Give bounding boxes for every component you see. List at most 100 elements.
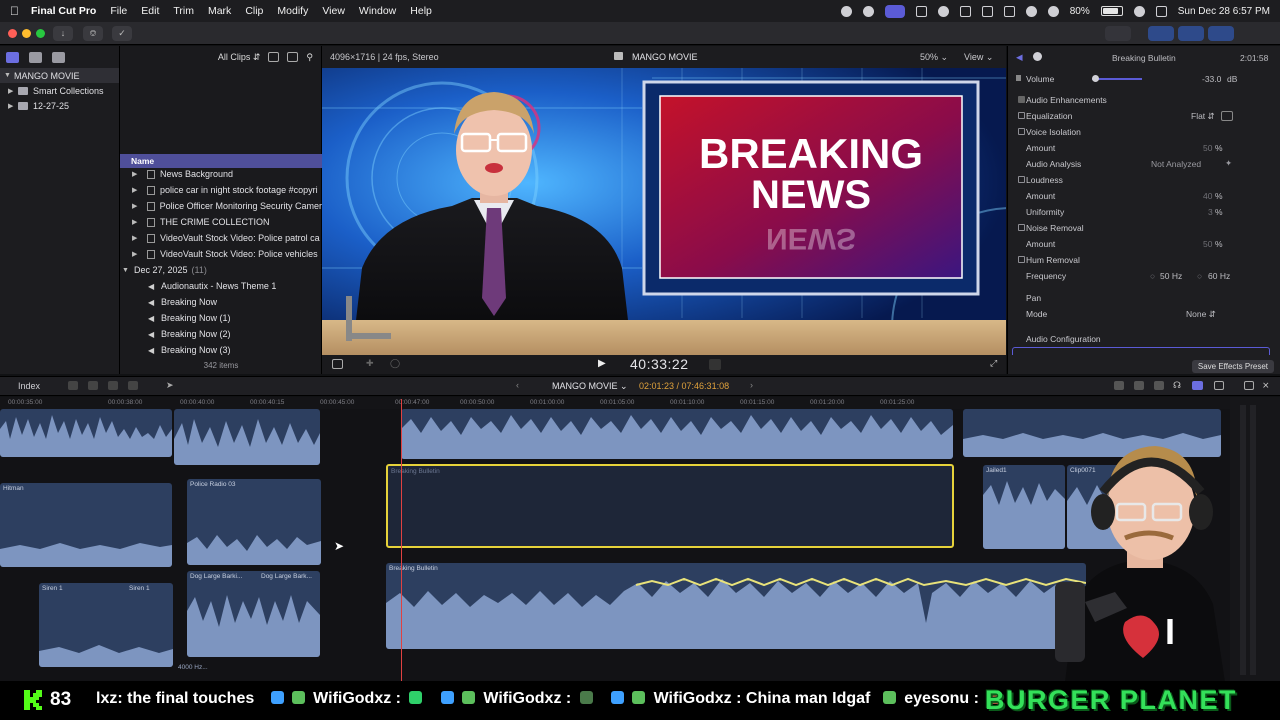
append-icon[interactable] <box>68 381 78 390</box>
solo-icon[interactable] <box>1154 381 1164 390</box>
info-tab-icon[interactable] <box>1033 52 1042 61</box>
disclosure-closed-icon[interactable]: ▶ <box>132 234 144 242</box>
record-icon[interactable] <box>840 5 852 17</box>
section-toggle-icon[interactable] <box>1018 96 1025 103</box>
audio-clip[interactable] <box>401 409 953 459</box>
list-item[interactable]: ▶ VideoVault Stock Video: Police vehicles <box>120 246 322 262</box>
pan-mode-dropdown[interactable]: None ⇵ <box>1186 309 1216 320</box>
eq-graph-icon[interactable] <box>1221 111 1233 121</box>
monitor-icon[interactable] <box>1003 5 1015 17</box>
search-icon[interactable] <box>1133 5 1145 17</box>
disclosure-closed-icon[interactable]: ▶ <box>132 202 144 210</box>
audio-clip-dog-barking[interactable]: Dog Large Barki... Dog Large Bark... <box>187 571 320 657</box>
crop-icon[interactable]: ✚ <box>366 358 374 369</box>
audio-clip[interactable] <box>174 409 320 465</box>
control-center-icon[interactable] <box>1155 5 1167 17</box>
list-item[interactable]: ▶ THE CRIME COLLECTION <box>120 214 322 230</box>
list-view-icon[interactable] <box>268 52 280 62</box>
menu-view[interactable]: View <box>322 5 345 17</box>
toggle-timeline-button[interactable] <box>1178 26 1204 41</box>
connect-icon[interactable] <box>108 381 118 390</box>
disclosure-closed-icon[interactable]: ▶ <box>8 87 18 95</box>
menu-trim[interactable]: Trim <box>173 5 194 17</box>
analyze-wand-icon[interactable]: ✦ <box>1225 158 1232 169</box>
apple-icon[interactable]:  <box>10 4 19 18</box>
timeline-ruler[interactable]: 00:00:35:00 00:00:38:00 00:00:40:00 00:0… <box>0 397 1230 409</box>
library-item-smart-collections[interactable]: ▶ Smart Collections <box>0 83 119 98</box>
disclosure-closed-icon[interactable]: ▶ <box>8 102 18 110</box>
save-effects-preset-button[interactable]: Save Effects Preset <box>1191 360 1274 373</box>
overwrite-icon[interactable] <box>128 381 138 390</box>
voice-isolation-checkbox[interactable] <box>1018 128 1025 135</box>
volume-icon[interactable] <box>959 5 971 17</box>
noise-amount-value[interactable]: 50 <box>1203 239 1212 249</box>
audio-tab-icon[interactable]: ◀ <box>1016 52 1023 63</box>
library-item-event[interactable]: ▶ 12-27-25 <box>0 98 119 113</box>
disclosure-open-icon[interactable]: ▼ <box>122 267 134 274</box>
equalization-checkbox[interactable] <box>1018 112 1025 119</box>
audio-clip-breaking-bulletin[interactable]: Breaking Bulletin <box>386 563 1086 649</box>
list-item[interactable]: ▶ VideoVault Stock Video: Police patrol c… <box>120 230 322 246</box>
toggle-browser-button[interactable] <box>1148 26 1174 41</box>
disclosure-closed-icon[interactable]: ▶ <box>132 250 144 258</box>
audio-clip[interactable] <box>0 409 172 457</box>
menu-extra-icon[interactable] <box>915 5 927 17</box>
bluetooth-icon[interactable] <box>1025 5 1037 17</box>
keywords-button[interactable]: ⎊ <box>83 26 103 41</box>
playhead[interactable] <box>401 399 402 681</box>
hum-removal-checkbox[interactable] <box>1018 256 1025 263</box>
insert-icon[interactable] <box>88 381 98 390</box>
audio-clip-jailed[interactable]: Jailed1 <box>983 465 1065 549</box>
menu-file[interactable]: File <box>110 5 127 17</box>
menu-window[interactable]: Window <box>359 5 396 17</box>
voice-amount-value[interactable]: 50 <box>1203 143 1212 153</box>
effects-browser-icon[interactable] <box>1244 381 1254 390</box>
display-icon[interactable] <box>981 5 993 17</box>
share-button[interactable] <box>1105 26 1131 41</box>
timecode-display[interactable]: 40:33:22 <box>630 356 689 372</box>
library-item-mango-movie[interactable]: ▼ MANGO MOVIE <box>0 68 119 83</box>
disclosure-open-icon[interactable]: ▼ <box>4 72 14 79</box>
zoom-dropdown[interactable]: 50% ⌄ <box>920 52 948 63</box>
select-tool-icon[interactable]: ➤ <box>166 380 174 391</box>
disclosure-closed-icon[interactable]: ▶ <box>132 170 144 178</box>
audio-clip-police-radio[interactable]: Police Radio 03 <box>187 479 321 565</box>
volume-value[interactable]: -33.0 <box>1202 74 1221 84</box>
audio-clip-hitman[interactable]: Hitman <box>0 483 172 567</box>
play-icon[interactable]: ▶ <box>598 358 606 369</box>
cloud-icon[interactable] <box>862 5 874 17</box>
timeline-area[interactable]: Hitman Police Radio 03 Breaking Bulletin… <box>0 409 1230 681</box>
library-icon[interactable] <box>6 51 19 63</box>
list-item[interactable]: ▶ ◀ Breaking Now (1) <box>120 310 322 326</box>
clock[interactable]: Sun Dec 28 6:57 PM <box>1178 6 1270 17</box>
menu-help[interactable]: Help <box>410 5 432 17</box>
menu-clip[interactable]: Clip <box>245 5 263 17</box>
audio-meter-icon[interactable] <box>709 359 721 370</box>
clip-filter-dropdown[interactable]: All Clips ⇵ <box>218 52 261 63</box>
list-item[interactable]: ▶ ◀ Breaking Now (3) <box>120 342 322 358</box>
battery-icon[interactable] <box>1100 6 1123 16</box>
background-tasks-button[interactable]: ✓ <box>112 26 132 41</box>
menu-mark[interactable]: Mark <box>208 5 231 17</box>
menu-edit[interactable]: Edit <box>141 5 159 17</box>
list-item[interactable]: ▶ police car in night stock footage #copy… <box>120 182 322 198</box>
loudness-amount-value[interactable]: 40 <box>1203 191 1212 201</box>
disclosure-closed-icon[interactable]: ▶ <box>132 218 144 226</box>
controls-icon[interactable] <box>884 4 905 18</box>
freq-60-label[interactable]: 60 Hz <box>1208 271 1230 281</box>
volume-slider-knob[interactable] <box>1092 75 1099 82</box>
audio-clip-siren[interactable]: Siren 1 Siren 1 <box>39 583 173 667</box>
list-item[interactable]: ▶ ◀ Breaking Now <box>120 294 322 310</box>
list-item[interactable]: ▶ ◀ Audionautix - News Theme 1 <box>120 278 322 294</box>
freq-60-radio-icon[interactable]: ○ <box>1197 271 1202 281</box>
headphones-icon[interactable]: ☊ <box>1173 380 1181 391</box>
titles-icon[interactable] <box>52 51 65 63</box>
volume-slider[interactable] <box>1092 78 1142 80</box>
list-item[interactable]: ▶ ◀ Breaking Now (2) <box>120 326 322 342</box>
timeline-project-dropdown[interactable]: MANGO MOVIE ⌄ <box>552 381 628 392</box>
speed-icon[interactable]: ◯ <box>390 358 400 369</box>
transform-icon[interactable] <box>332 359 343 369</box>
minimize-window-icon[interactable] <box>22 29 31 38</box>
uniformity-value[interactable]: 3 <box>1208 207 1213 217</box>
timeline-options-icon[interactable] <box>1214 381 1224 390</box>
